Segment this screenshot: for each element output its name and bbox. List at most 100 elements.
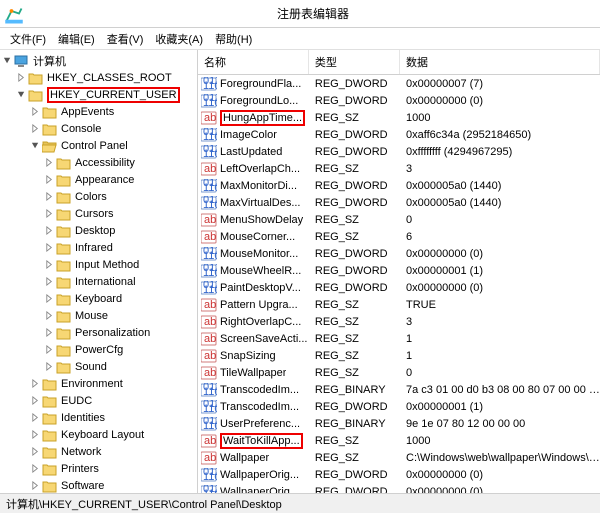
expand-icon[interactable]	[16, 72, 27, 83]
folder-icon	[42, 394, 58, 408]
value-row[interactable]: ImageColorREG_DWORD0xaff6c34a (295218465…	[198, 126, 600, 143]
value-row[interactable]: ForegroundLo...REG_DWORD0x00000000 (0)	[198, 92, 600, 109]
tree-node[interactable]: Mouse	[0, 307, 197, 324]
collapse-icon[interactable]	[2, 55, 13, 66]
expand-icon[interactable]	[30, 123, 41, 134]
value-row[interactable]: WallpaperOrig...REG_DWORD0x00000000 (0)	[198, 466, 600, 483]
tree-node[interactable]: Colors	[0, 188, 197, 205]
tree-node[interactable]: Accessibility	[0, 154, 197, 171]
expand-icon[interactable]	[44, 174, 55, 185]
expand-icon[interactable]	[30, 412, 41, 423]
tree-node[interactable]: Keyboard Layout	[0, 426, 197, 443]
tree-node[interactable]: PowerCfg	[0, 341, 197, 358]
menu-edit[interactable]: 编辑(E)	[52, 29, 101, 49]
binary-value-icon	[201, 128, 217, 142]
tree-node[interactable]: 计算机	[0, 52, 197, 69]
expand-icon[interactable]	[30, 429, 41, 440]
menu-view[interactable]: 查看(V)	[101, 29, 150, 49]
expand-icon[interactable]	[44, 191, 55, 202]
value-row[interactable]: TileWallpaperREG_SZ0	[198, 364, 600, 381]
tree-node[interactable]: Sound	[0, 358, 197, 375]
tree-node[interactable]: EUDC	[0, 392, 197, 409]
tree-panel[interactable]: 计算机HKEY_CLASSES_ROOTHKEY_CURRENT_USERApp…	[0, 50, 198, 493]
folder-icon	[56, 343, 72, 357]
value-row[interactable]: MouseMonitor...REG_DWORD0x00000000 (0)	[198, 245, 600, 262]
tree-node[interactable]: Cursors	[0, 205, 197, 222]
value-type: REG_DWORD	[309, 197, 400, 209]
expand-icon[interactable]	[44, 242, 55, 253]
tree-node[interactable]: HKEY_CLASSES_ROOT	[0, 69, 197, 86]
value-row[interactable]: LastUpdatedREG_DWORD0xffffffff (42949672…	[198, 143, 600, 160]
expand-icon[interactable]	[30, 378, 41, 389]
expand-icon[interactable]	[44, 259, 55, 270]
value-row[interactable]: RightOverlapC...REG_SZ3	[198, 313, 600, 330]
value-row[interactable]: ScreenSaveActi...REG_SZ1	[198, 330, 600, 347]
menu-favorites[interactable]: 收藏夹(A)	[149, 29, 209, 49]
expand-icon[interactable]	[44, 293, 55, 304]
value-row[interactable]: TranscodedIm...REG_DWORD0x00000001 (1)	[198, 398, 600, 415]
expand-icon[interactable]	[30, 395, 41, 406]
value-row[interactable]: MenuShowDelayREG_SZ0	[198, 211, 600, 228]
expand-icon[interactable]	[44, 327, 55, 338]
expand-icon[interactable]	[30, 463, 41, 474]
value-row[interactable]: MaxVirtualDes...REG_DWORD0x000005a0 (144…	[198, 194, 600, 211]
expand-icon[interactable]	[30, 480, 41, 491]
value-row[interactable]: WallpaperREG_SZC:\Windows\web\wallpaper\…	[198, 449, 600, 466]
value-row[interactable]: PaintDesktopV...REG_DWORD0x00000000 (0)	[198, 279, 600, 296]
expand-icon[interactable]	[44, 310, 55, 321]
expand-icon[interactable]	[44, 157, 55, 168]
tree-node[interactable]: International	[0, 273, 197, 290]
value-row[interactable]: WallpaperOrig...REG_DWORD0x00000000 (0)	[198, 483, 600, 493]
tree-node[interactable]: Printers	[0, 460, 197, 477]
tree-node[interactable]: Appearance	[0, 171, 197, 188]
collapse-icon[interactable]	[16, 89, 27, 100]
value-name: MouseWheelR...	[220, 265, 301, 277]
expand-icon[interactable]	[44, 208, 55, 219]
value-data: TRUE	[400, 299, 600, 311]
value-row[interactable]: TranscodedIm...REG_BINARY7a c3 01 00 d0 …	[198, 381, 600, 398]
tree-node[interactable]: Infrared	[0, 239, 197, 256]
expand-icon[interactable]	[44, 344, 55, 355]
tree-node[interactable]: Control Panel	[0, 137, 197, 154]
menu-help[interactable]: 帮助(H)	[209, 29, 258, 49]
tree-node[interactable]: Network	[0, 443, 197, 460]
value-name: ScreenSaveActi...	[220, 333, 307, 345]
menu-file[interactable]: 文件(F)	[4, 29, 52, 49]
value-row[interactable]: UserPreferenc...REG_BINARY9e 1e 07 80 12…	[198, 415, 600, 432]
tree-node[interactable]: Keyboard	[0, 290, 197, 307]
expand-icon[interactable]	[30, 446, 41, 457]
folder-icon	[56, 241, 72, 255]
col-header-type[interactable]: 类型	[309, 50, 400, 74]
expand-icon[interactable]	[30, 106, 41, 117]
tree-node[interactable]: Personalization	[0, 324, 197, 341]
value-row[interactable]: MouseCorner...REG_SZ6	[198, 228, 600, 245]
value-row[interactable]: ForegroundFla...REG_DWORD0x00000007 (7)	[198, 75, 600, 92]
expand-icon[interactable]	[44, 225, 55, 236]
tree-node[interactable]: Environment	[0, 375, 197, 392]
col-header-name[interactable]: 名称	[198, 50, 309, 74]
value-row[interactable]: SnapSizingREG_SZ1	[198, 347, 600, 364]
value-data: 0x00000000 (0)	[400, 95, 600, 107]
list-panel[interactable]: 名称 类型 数据 ForegroundFla...REG_DWORD0x0000…	[198, 50, 600, 493]
value-row[interactable]: WaitToKillApp...REG_SZ1000	[198, 432, 600, 449]
tree-label: Cursors	[75, 208, 114, 220]
tree-node[interactable]: Identities	[0, 409, 197, 426]
value-row[interactable]: LeftOverlapCh...REG_SZ3	[198, 160, 600, 177]
expand-icon[interactable]	[44, 361, 55, 372]
tree-node[interactable]: HKEY_CURRENT_USER	[0, 86, 197, 103]
tree-node[interactable]: Desktop	[0, 222, 197, 239]
col-header-data[interactable]: 数据	[400, 50, 600, 74]
value-row[interactable]: MouseWheelR...REG_DWORD0x00000001 (1)	[198, 262, 600, 279]
folder-icon	[56, 292, 72, 306]
value-row[interactable]: MaxMonitorDi...REG_DWORD0x000005a0 (1440…	[198, 177, 600, 194]
value-row[interactable]: Pattern Upgra...REG_SZTRUE	[198, 296, 600, 313]
tree-node[interactable]: Console	[0, 120, 197, 137]
tree-node[interactable]: AppEvents	[0, 103, 197, 120]
tree-node[interactable]: Software	[0, 477, 197, 493]
tree-node[interactable]: Input Method	[0, 256, 197, 273]
value-row[interactable]: HungAppTime...REG_SZ1000	[198, 109, 600, 126]
value-data: 0	[400, 367, 600, 379]
expand-icon[interactable]	[44, 276, 55, 287]
status-path: 计算机\HKEY_CURRENT_USER\Control Panel\Desk…	[6, 499, 282, 511]
collapse-icon[interactable]	[30, 140, 41, 151]
